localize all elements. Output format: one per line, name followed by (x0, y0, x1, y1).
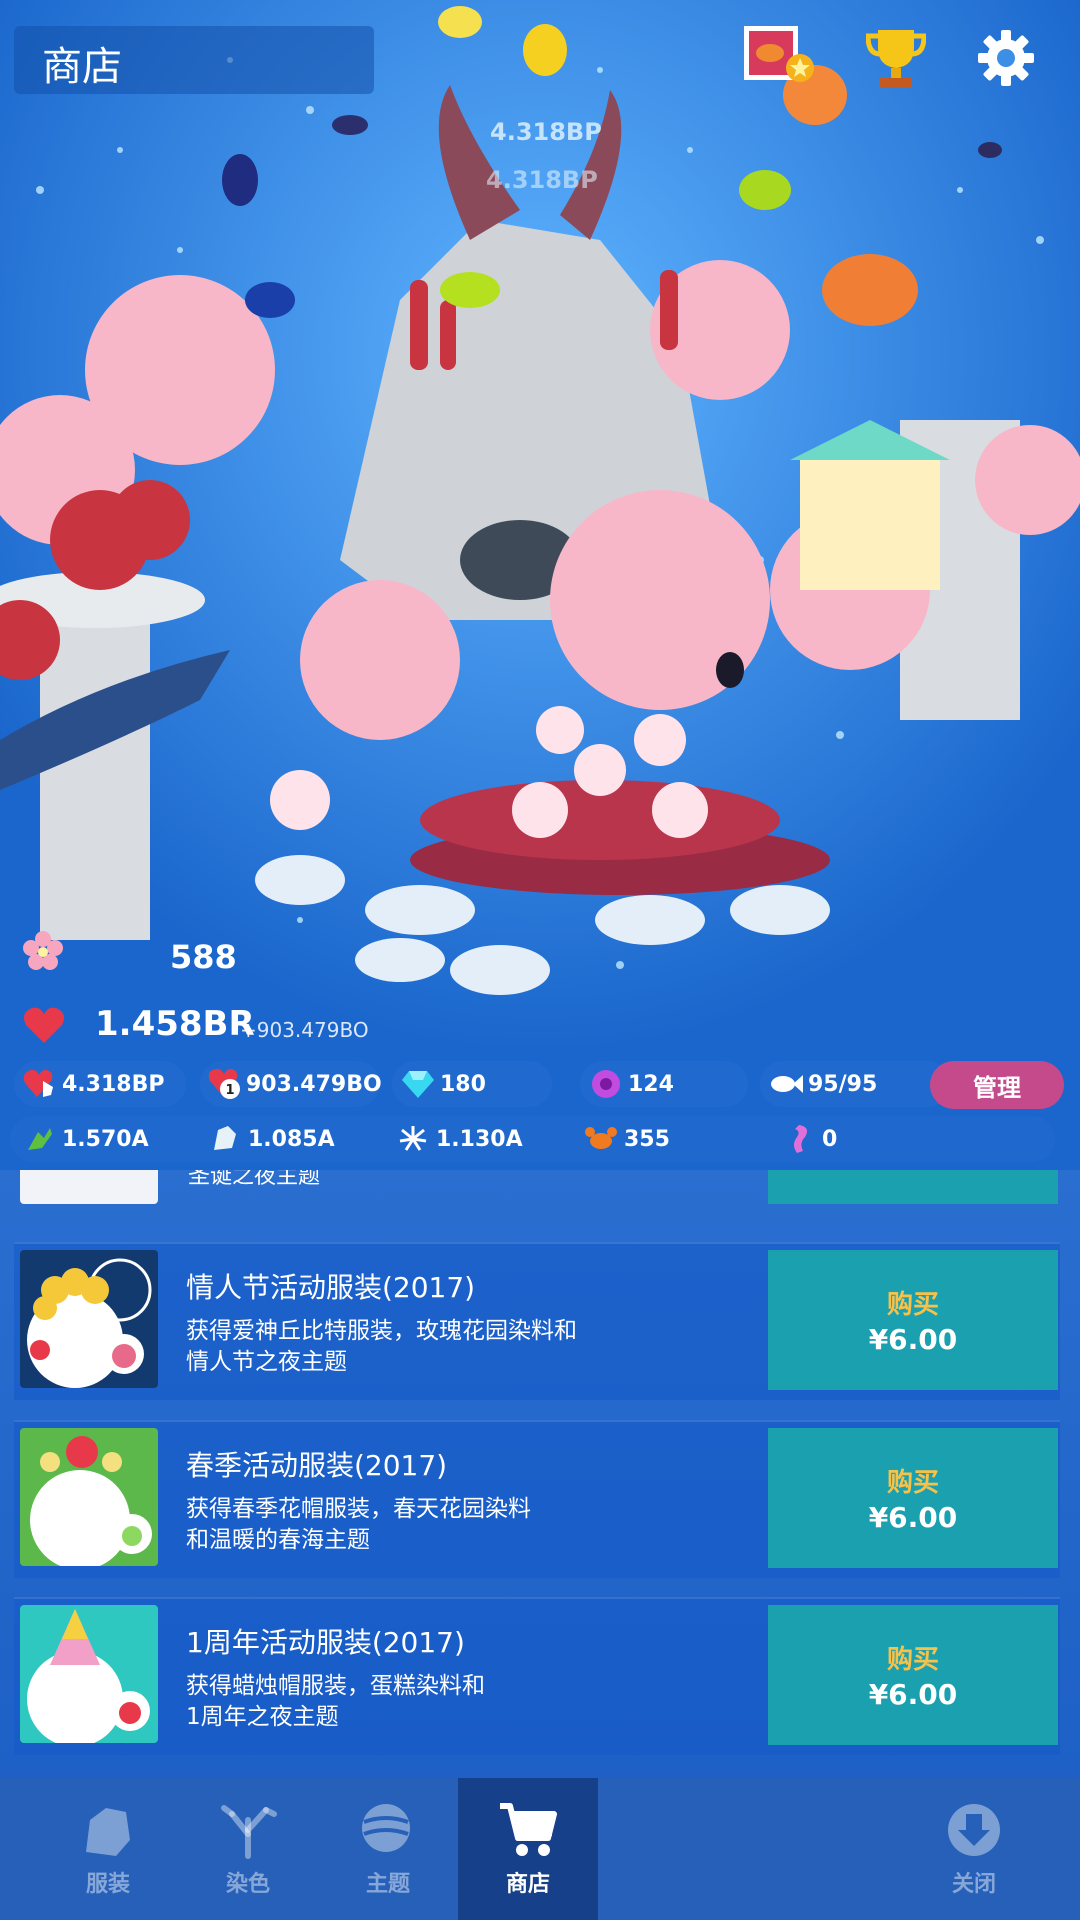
buy-label: 购买 (886, 1645, 939, 1675)
timer-heart-icon: 1 (208, 1066, 242, 1102)
coral-white-value: 1.085A (248, 1126, 335, 1152)
aquarium-scene: 4.318BP 4.318BP (0, 0, 1080, 1170)
anemone-resource: 1.130A (396, 1119, 523, 1159)
buy-button[interactable]: 购买 ¥6.00 (768, 1250, 1058, 1390)
gem-icon (400, 1066, 436, 1102)
theme-icon (362, 1804, 410, 1852)
item-title: 1周年活动服装(2017) (186, 1626, 465, 1659)
fish-count: 95/95 (808, 1071, 878, 1097)
item-desc-line: 获得蜡烛帽服装，蛋糕染料和 (186, 1673, 485, 1699)
shop-list[interactable]: 圣诞之夜主题 情人节活动服装(2017) 获得爱神丘比特服装，玫瑰花园染料和 情… (0, 1170, 1080, 1778)
item-desc: 圣诞之夜主题 (188, 1170, 321, 1189)
anniversary-outfit-thumbnail (20, 1605, 158, 1743)
tab-label: 商店 (505, 1872, 550, 1897)
list-item: 春季活动服装(2017) 获得春季花帽服装，春天花园染料 和温暖的春海主题 购买… (14, 1420, 1060, 1578)
item-desc: 获得蜡烛帽服装，蛋糕染料和 1周年之夜主题 (186, 1671, 646, 1733)
white-coral-icon (208, 1122, 242, 1156)
gear-icon[interactable] (976, 28, 1036, 88)
list-item: 圣诞之夜主题 (18, 1170, 1058, 1204)
buy-label: 购买 (886, 1468, 939, 1498)
page-title: 商店 (42, 44, 122, 90)
tap-heart-icon (22, 1066, 58, 1102)
gems-value: 180 (440, 1071, 486, 1097)
price: ¥6.00 (868, 1678, 958, 1711)
cart-icon (500, 1803, 557, 1856)
item-desc-line: 获得爱神丘比特服装，玫瑰花园染料和 (186, 1318, 577, 1344)
buy-button[interactable]: 购买 ¥6.00 (768, 1605, 1058, 1745)
seahorse-value: 0 (822, 1126, 838, 1152)
trophy-icon[interactable] (865, 26, 927, 90)
gems-chip: 180 (392, 1061, 552, 1107)
tab-label: 染色 (225, 1872, 270, 1897)
item-desc-line: 情人节之夜主题 (186, 1349, 347, 1375)
resource-strip (10, 1116, 1055, 1162)
flower-count: 588 (170, 938, 237, 976)
photo-badge-icon[interactable] (742, 24, 814, 90)
tab-label: 服装 (85, 1872, 130, 1897)
coral-green-value: 1.570A (62, 1126, 149, 1152)
anemone-icon (396, 1122, 430, 1156)
dye-icon (221, 1805, 277, 1859)
tab-close[interactable]: 关闭 (904, 1778, 1044, 1920)
tap-rate-value: 4.318BP (62, 1071, 165, 1097)
item-desc-line: 获得春季花帽服装，春天花园染料 (186, 1496, 531, 1522)
fish-icon (768, 1066, 804, 1102)
fish-chip: 95/95 (760, 1061, 950, 1107)
list-item: 情人节活动服装(2017) 获得爱神丘比特服装，玫瑰花园染料和 情人节之夜主题 … (14, 1242, 1060, 1400)
item-thumbnail (20, 1170, 158, 1204)
buy-button[interactable] (768, 1170, 1058, 1204)
item-desc-line: 1周年之夜主题 (186, 1704, 339, 1730)
manage-button[interactable]: 管理 (930, 1061, 1064, 1109)
buy-label: 购买 (886, 1290, 939, 1320)
floating-bp-text: 4.318BP (486, 166, 598, 194)
tab-label: 关闭 (951, 1872, 996, 1897)
orb-icon (588, 1066, 624, 1102)
svg-text:1: 1 (225, 1083, 234, 1098)
item-desc: 获得春季花帽服装，春天花园染料 和温暖的春海主题 (186, 1494, 646, 1556)
price: ¥6.00 (868, 1323, 958, 1356)
buy-button[interactable]: 购买 ¥6.00 (768, 1428, 1058, 1568)
green-coral-icon (22, 1122, 56, 1156)
crab-value: 355 (624, 1126, 670, 1152)
item-title: 春季活动服装(2017) (186, 1449, 448, 1482)
tab-shop[interactable]: 商店 (458, 1778, 598, 1920)
seahorse-resource: 0 (782, 1119, 837, 1159)
heart-icon (22, 1005, 66, 1049)
tab-outfit[interactable]: 服装 (38, 1778, 178, 1920)
item-title: 情人节活动服装(2017) (186, 1271, 476, 1304)
orbs-value: 124 (628, 1071, 674, 1097)
tab-dye[interactable]: 染色 (178, 1778, 318, 1920)
orbs-chip: 124 (580, 1061, 748, 1107)
close-down-icon (948, 1804, 1000, 1856)
price: ¥6.00 (868, 1501, 958, 1534)
outfit-icon (86, 1808, 130, 1856)
list-item: 1周年活动服装(2017) 获得蜡烛帽服装，蛋糕染料和 1周年之夜主题 购买 ¥… (14, 1597, 1060, 1755)
anemone-value: 1.130A (436, 1126, 523, 1152)
bottom-nav: 服装 染色 主题 商店 关闭 (0, 1778, 1080, 1920)
seahorse-icon (782, 1122, 816, 1156)
tab-label: 主题 (365, 1872, 410, 1897)
item-desc: 获得爱神丘比特服装，玫瑰花园染料和 情人节之夜主题 (186, 1316, 646, 1378)
title-bar: 商店 (14, 26, 374, 94)
floating-bp-text: 4.318BP (490, 118, 602, 146)
item-desc-line: 和温暖的春海主题 (186, 1527, 370, 1553)
timer-rate-chip: 1 903.479BO (200, 1061, 382, 1107)
tap-rate-chip: 4.318BP (14, 1061, 186, 1107)
hearts-rate: +903.479BO (240, 1018, 369, 1042)
coral-white-resource: 1.085A (208, 1119, 335, 1159)
flower-icon (22, 930, 64, 976)
timer-rate-value: 903.479BO (246, 1071, 382, 1097)
crab-resource: 355 (584, 1119, 670, 1159)
spring-outfit-thumbnail (20, 1428, 158, 1566)
hearts-total: 1.458BR (95, 1004, 255, 1044)
crab-icon (584, 1122, 618, 1156)
tab-theme[interactable]: 主题 (318, 1778, 458, 1920)
valentine-outfit-thumbnail (20, 1250, 158, 1388)
coral-green-resource: 1.570A (22, 1119, 149, 1159)
